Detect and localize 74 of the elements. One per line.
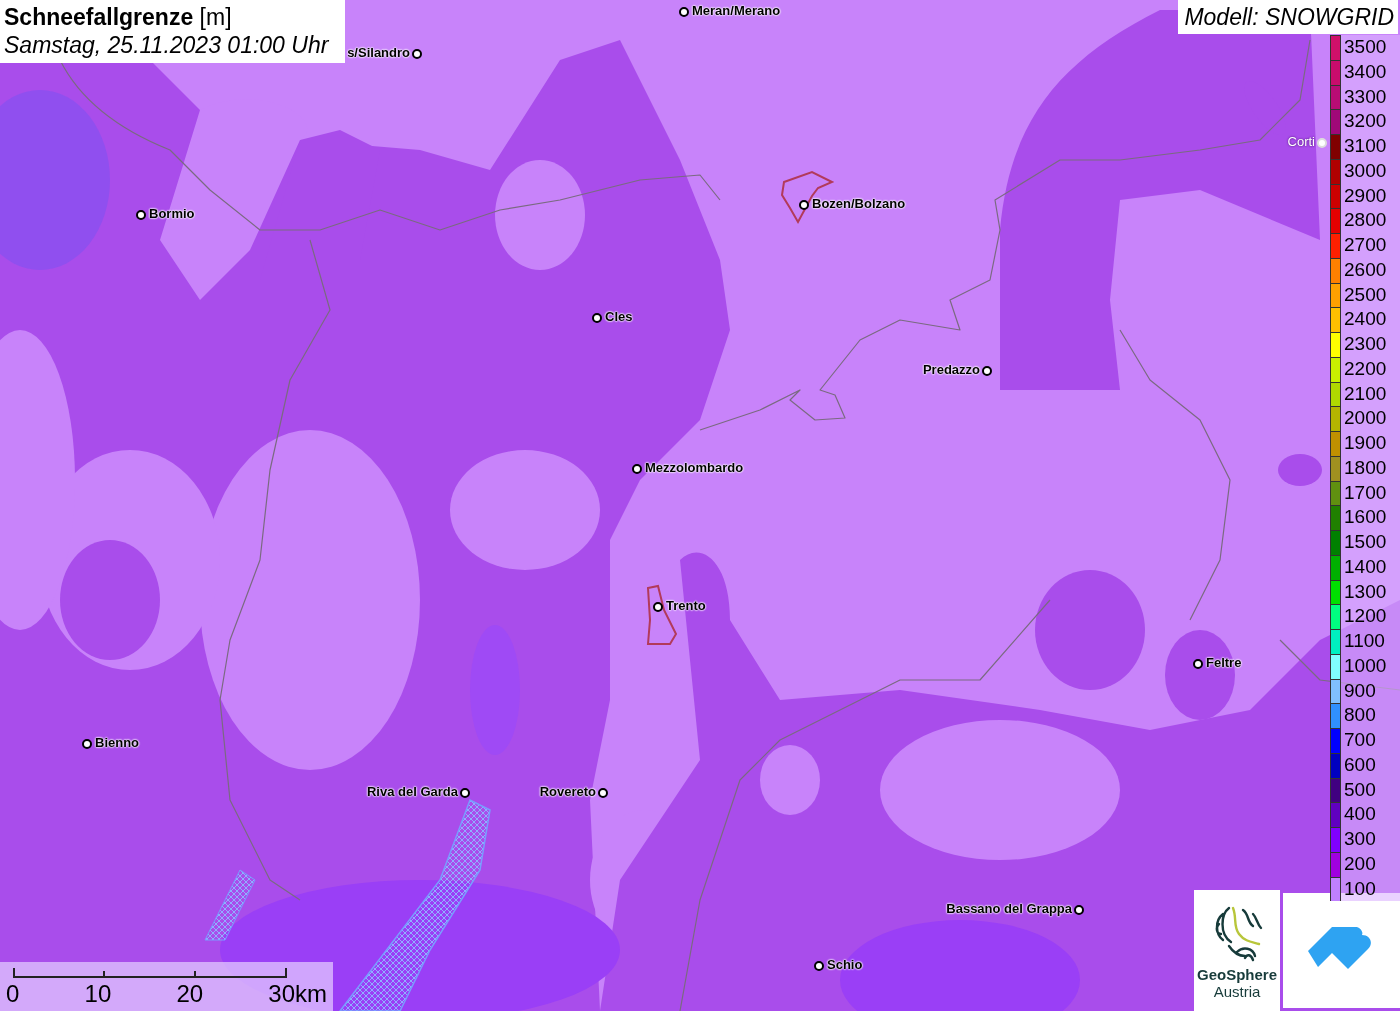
city-marker-icon	[679, 7, 689, 17]
legend-label: 1700	[1341, 480, 1400, 506]
scale-tick-label: 0	[6, 980, 20, 1008]
logo-subtitle: Austria	[1213, 983, 1261, 1001]
scale-tick-label: 10	[84, 980, 112, 1008]
city-label: Meran/Merano	[692, 3, 781, 18]
city-marker-icon	[982, 366, 992, 376]
city-marker-icon	[136, 210, 146, 220]
city-marker-icon	[598, 788, 608, 798]
scale-tick-label: 20	[176, 980, 204, 1008]
legend-label: 500	[1341, 777, 1400, 803]
city-marker-icon	[592, 313, 602, 323]
city-marker-icon	[82, 739, 92, 749]
legend-label: 3300	[1341, 84, 1400, 110]
legend-label: 3100	[1341, 134, 1400, 159]
city-label: Mezzolombardo	[645, 460, 744, 475]
map-title: Schneefallgrenze [m]	[4, 3, 233, 31]
legend-label: 700	[1341, 728, 1400, 753]
city-label: Cles	[605, 309, 633, 324]
legend-label: 1100	[1341, 629, 1400, 654]
legend-label: 1900	[1341, 431, 1400, 456]
legend-label: 2900	[1341, 183, 1400, 209]
legend-label: 2000	[1341, 406, 1400, 431]
city-label: Bozen/Bolzano	[812, 196, 906, 211]
legend-label: 2100	[1341, 381, 1400, 407]
city-label: Rovereto	[539, 784, 596, 799]
city-marker-icon	[1317, 138, 1327, 148]
legend-label: 400	[1341, 802, 1400, 827]
legend-label: 3500	[1341, 35, 1400, 60]
city-label: Schio	[827, 957, 863, 972]
legend-label: 2600	[1341, 257, 1400, 283]
legend-label: 1000	[1341, 653, 1400, 679]
city-label: Bienno	[95, 735, 140, 750]
city-marker-icon	[1193, 659, 1203, 669]
legend-label: 200	[1341, 851, 1400, 877]
legend-label: 2700	[1341, 233, 1400, 258]
logo-wordmark: GeoSphere	[1197, 966, 1277, 983]
city-label: Corti	[1287, 134, 1315, 149]
legend-label: 1200	[1341, 604, 1400, 629]
legend-label: 3200	[1341, 109, 1400, 134]
legend-label: 900	[1341, 678, 1400, 704]
legend-label: 2300	[1341, 332, 1400, 357]
city-marker-icon	[653, 602, 663, 612]
city-marker-icon	[460, 788, 470, 798]
legend-label: 2200	[1341, 356, 1400, 382]
legend-label: 1300	[1341, 579, 1400, 605]
legend-label: 3400	[1341, 59, 1400, 85]
city-label: Bassano del Grappa	[946, 901, 1072, 916]
legend-label: 2400	[1341, 307, 1400, 332]
legend-label: 3000	[1341, 158, 1400, 184]
legend-label: 1800	[1341, 455, 1400, 481]
legend-label: 1600	[1341, 505, 1400, 530]
legend-label: 2500	[1341, 282, 1400, 308]
forecast-datetime: Samstag, 25.11.2023 01:00 Uhr	[4, 31, 330, 59]
legend-label: 1400	[1341, 554, 1400, 580]
city-label: Feltre	[1206, 655, 1242, 670]
scale-tick-label: 30km	[268, 980, 327, 1008]
legend-label: 2800	[1341, 208, 1400, 233]
city-label: Bormio	[149, 206, 195, 221]
city-label: s/Silandro	[347, 45, 410, 60]
city-marker-icon	[814, 961, 824, 971]
legend-label: 800	[1341, 703, 1400, 728]
city-marker-icon	[1074, 905, 1084, 915]
city-marker-icon	[412, 49, 422, 59]
city-marker-icon	[632, 464, 642, 474]
legend-label: 600	[1341, 752, 1400, 778]
city-marker-icon	[799, 200, 809, 210]
city-label: Riva del Garda	[366, 784, 458, 799]
model-label: Modell: SNOWGRID	[1178, 0, 1398, 34]
legend-label: 300	[1341, 827, 1400, 852]
city-label: Trento	[666, 598, 706, 613]
legend-label: 1500	[1341, 530, 1400, 555]
legend-label: 100	[1341, 876, 1400, 902]
city-label: Predazzo	[922, 362, 980, 377]
